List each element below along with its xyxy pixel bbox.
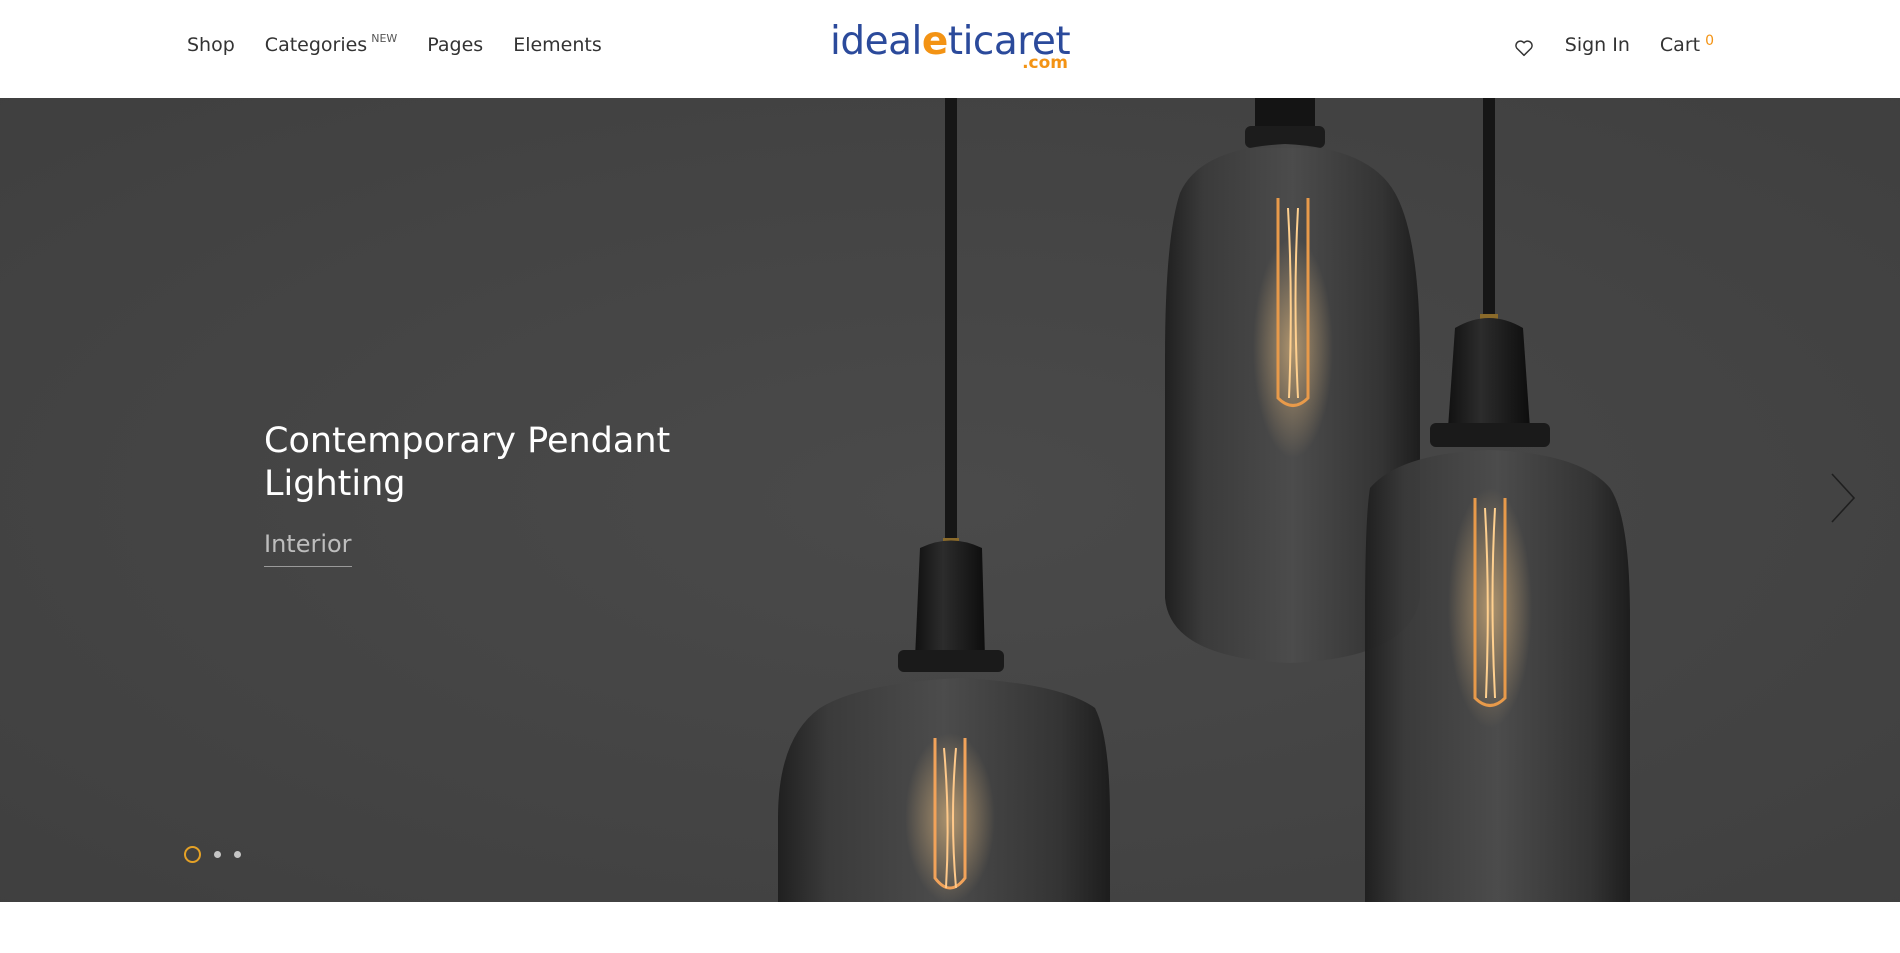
site-logo[interactable]: idealeticaret .com <box>830 19 1071 73</box>
cart-link[interactable]: Cart 0 <box>1659 33 1714 56</box>
slider-pagination <box>184 846 241 863</box>
logo-text-1: ideal <box>830 19 922 64</box>
cart-label: Cart <box>1659 34 1701 56</box>
nav-elements[interactable]: Elements <box>513 34 602 56</box>
new-badge: NEW <box>371 32 398 45</box>
sign-in-link[interactable]: Sign In <box>1565 34 1630 56</box>
account-nav: Sign In Cart 0 <box>1513 33 1714 59</box>
slide-dot-1-active[interactable] <box>184 846 201 863</box>
main-nav: Shop Categories NEW Pages Elements <box>187 32 602 56</box>
slide-dot-3[interactable] <box>234 851 241 858</box>
logo-suffix: .com <box>1022 53 1068 73</box>
hero-category-link[interactable]: Interior <box>264 530 352 567</box>
nav-categories-label: Categories <box>264 34 368 56</box>
hero-slider: Contemporary Pendant Lighting Interior <box>0 98 1900 902</box>
logo-text-e: e <box>921 19 948 64</box>
site-header: Shop Categories NEW Pages Elements ideale… <box>0 0 1900 98</box>
nav-categories[interactable]: Categories NEW <box>264 32 398 56</box>
nav-pages[interactable]: Pages <box>427 34 483 56</box>
cart-count-badge: 0 <box>1705 33 1714 49</box>
heart-icon[interactable] <box>1513 37 1535 59</box>
slide-dot-2[interactable] <box>214 851 221 858</box>
hero-title: Contemporary Pendant Lighting <box>264 421 671 504</box>
nav-shop[interactable]: Shop <box>187 34 235 56</box>
chevron-right-icon[interactable] <box>1828 470 1858 526</box>
